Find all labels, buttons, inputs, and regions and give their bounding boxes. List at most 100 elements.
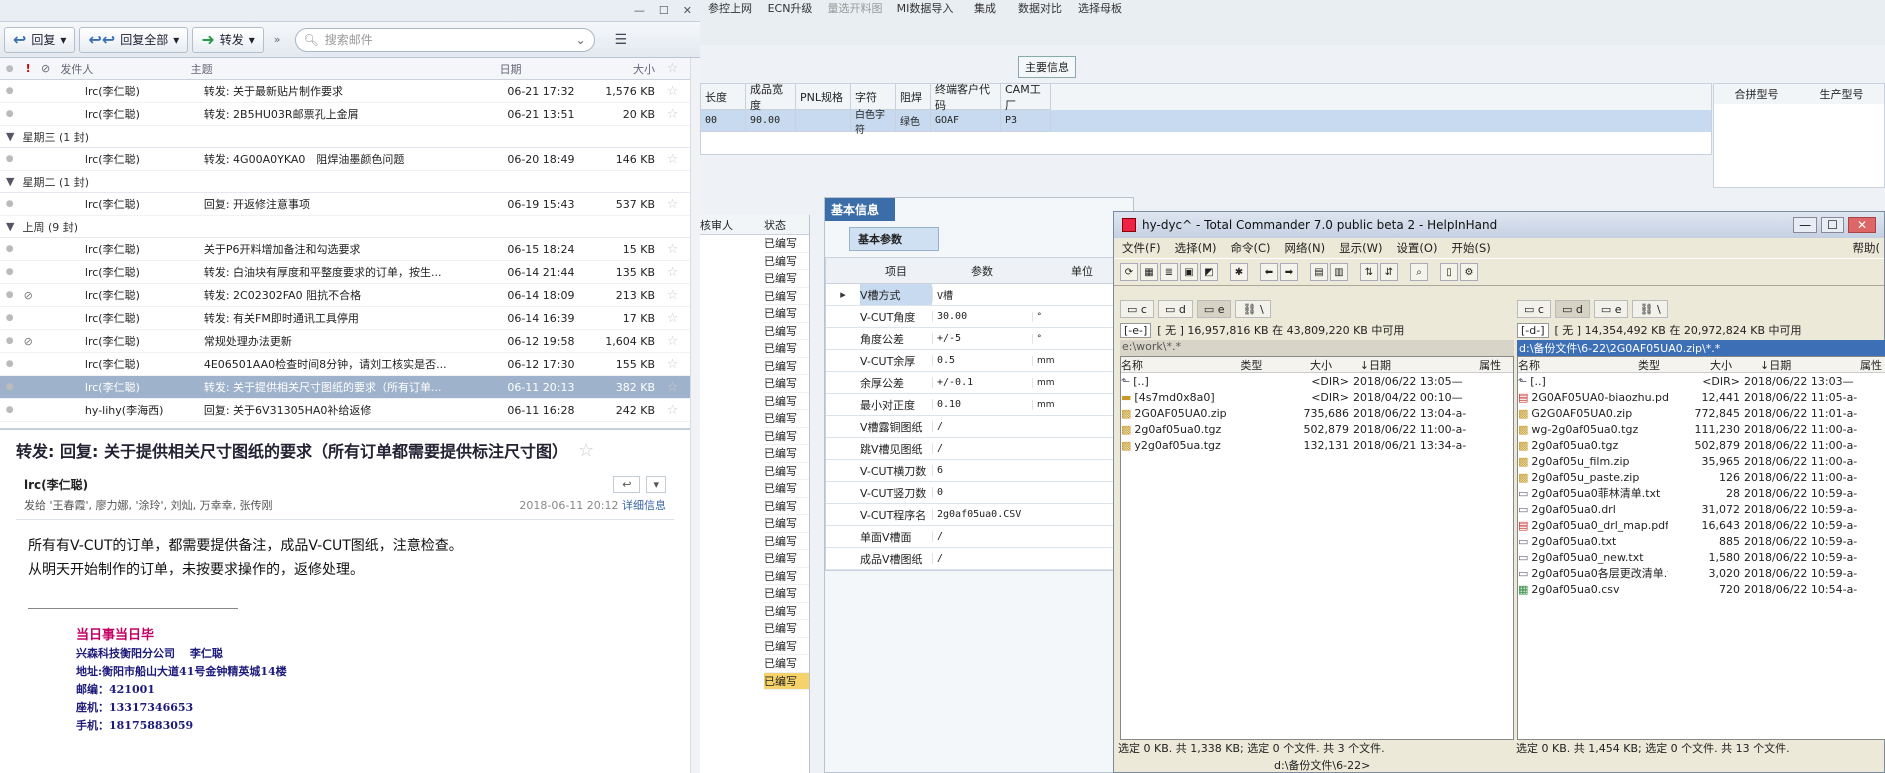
tc-file-row[interactable]: ▭ 2g0af05ua0_new.txt 1,580 2018/06/22 10:59… [1518,549,1885,565]
tc-file-row[interactable]: ▤ 2G0AF05UA0-biaozhu.pdf 12,441 2018/06/22 … [1518,389,1885,405]
unread-dot-icon[interactable]: ● [0,109,19,119]
unread-dot-icon[interactable]: ● [0,244,19,254]
mail-list-item[interactable]: ● lrc(李仁聪) 关于P6开料增加备注和勾选要求 06-15 18:24 15 KB… [0,238,690,261]
brief-view-icon[interactable]: ▦ [1140,263,1158,281]
mail-scrollbar[interactable] [690,58,700,773]
drive-e-button[interactable]: ▭ e [1196,300,1232,318]
status-cell[interactable]: 已编写 [764,253,809,270]
unread-dot-icon[interactable]: ● [0,336,19,346]
main-info-cell[interactable]: 绿色 [896,110,931,132]
type-column-header[interactable]: 类型 [1638,357,1710,373]
status-cell[interactable]: 已编写 [764,550,809,568]
mail-list-item[interactable]: ● lrc(李仁聪) 转发: 关于最新贴片制作要求 06-21 17:32 1,576 … [0,80,690,103]
status-cell[interactable]: 已编写 [764,358,809,375]
maximize-icon[interactable]: ☐ [1821,217,1844,233]
minimize-icon[interactable]: — [1793,217,1818,233]
detail-view-icon[interactable]: ≣ [1160,263,1178,281]
main-info-cell[interactable]: P3 [1001,110,1051,132]
unread-dot-icon[interactable]: ● [0,86,19,96]
date-column-header[interactable]: ↓日期 [1760,357,1860,373]
main-info-cell[interactable]: 90.00 [746,110,796,132]
param-row[interactable]: V-CUT余厚 0.5 mm [826,350,1132,372]
subject-column-header[interactable]: 主题 [191,61,500,77]
mail-group-header[interactable]: ▼ 星期二 (1 封) [0,171,690,193]
tc-menu-item[interactable]: 设置(O) [1396,240,1437,256]
status-cell[interactable]: 已编写 [764,410,809,428]
param-header[interactable]: 项目 [860,263,932,279]
size-column-header[interactable]: 大小 [1310,357,1360,373]
name-column-header[interactable]: 名称 [1518,357,1638,373]
status-cell[interactable]: 已编写 [764,533,809,550]
tc-right-path[interactable]: d:\备份文件\6-22\2G0AF05UA0.zip\*.* [1517,340,1885,356]
network-icon[interactable]: ⛓ \ [1632,300,1668,318]
star-icon[interactable]: ☆ [655,311,690,326]
search-input[interactable]: 🔍︎ 搜索邮件 ⌄ [294,27,595,52]
mail-list-item[interactable]: ● ⊘ lrc(李仁聪) 转发: 2C02302FA0 阻抗不合格 06-14 18:0… [0,284,690,307]
status-cell[interactable]: 已编写 [764,672,809,690]
tc-menu-item[interactable]: 文件(F) [1122,240,1161,256]
star-icon[interactable]: ☆ [655,380,690,395]
tc-file-row[interactable]: ▩ 2g0af05ua0.tgz 502,879 2018/06/22 11:00-a… [1121,421,1513,437]
param-value[interactable]: +/-0.1 [932,377,1032,388]
param-value[interactable]: 30.00 [932,311,1032,322]
size-column-header[interactable]: 大小 [587,61,655,77]
search-icon[interactable]: ⌕ [1410,263,1428,281]
thumbnail-icon[interactable]: ▣ [1180,263,1198,281]
more-icon[interactable]: » [274,33,281,46]
mail-list-item[interactable]: ● lrc(李仁聪) 转发: 2B5HU03R邮票孔上金屑 06-21 13:51 20… [0,103,690,126]
tc-file-row[interactable]: ▩ wg-2g0af05ua0.tgz 111,230 2018/06/22 11:0… [1518,421,1885,437]
sender-name[interactable]: lrc(李仁聪) [24,476,88,493]
unpack-icon[interactable]: ▥ [1330,263,1348,281]
status-cell[interactable]: 已编写 [764,305,809,323]
forward-icon[interactable]: ➡ [1280,263,1298,281]
mail-group-header[interactable]: ▼ 星期三 (1 封) [0,126,690,148]
drive-c-button[interactable]: ▭ c [1120,300,1154,318]
right-grid-header[interactable]: 合拼型号 [1714,86,1799,102]
tc-file-row[interactable]: ▩ 2G0AF05UA0.zip 735,686 2018/06/22 13:04-a… [1121,405,1513,421]
tc-file-row[interactable]: ▩ 2g0af05u_film.zip 35,965 2018/06/22 11:00… [1518,453,1885,469]
main-info-cell[interactable]: 00 [701,110,746,132]
erp-menu-item[interactable]: 数据对比 [1010,0,1070,16]
url-icon[interactable]: ⇵ [1380,263,1398,281]
collapse-icon[interactable]: ▼ [6,175,14,188]
status-cell[interactable]: 已编写 [764,445,809,463]
minimize-icon[interactable]: — [634,4,645,17]
tc-left-path[interactable]: e:\work\*.* [1120,340,1514,356]
drive-d-button[interactable]: ▭ d [1554,300,1590,318]
mail-group-header[interactable]: ▼ 上周 (9 封) [0,216,690,238]
param-value[interactable]: 0.10 [932,399,1032,410]
tc-file-row[interactable]: ▤ 2g0af05ua0_drl_map.pdf 16,643 2018/06/22 … [1518,517,1885,533]
status-header-reviewer[interactable]: 核审人 [700,217,764,233]
status-cell[interactable]: 已编写 [764,603,809,620]
main-info-label[interactable]: 主要信息 [1018,56,1076,78]
status-cell[interactable]: 已编写 [764,655,809,673]
status-cell[interactable]: 已编写 [764,515,809,533]
back-icon[interactable]: ⬅ [1260,263,1278,281]
param-row[interactable]: 角度公差 +/-5 ° [826,328,1132,350]
param-value[interactable]: 0.5 [932,355,1032,366]
network-icon[interactable]: ⛓ \ [1235,300,1271,318]
param-row[interactable]: V-CUT横刀数 6 [826,460,1132,482]
star-icon[interactable]: ☆ [655,265,690,280]
erp-menu-item[interactable]: 集成 [960,0,1010,16]
drive-select[interactable]: [-d-] [1517,322,1549,338]
main-info-data-row[interactable]: 00 90.00 白色字符 绿色 GOAF P3 [701,110,1711,136]
reply-button[interactable]: ↩ 回复 ▾ [4,26,76,53]
select-icon[interactable]: ✱ [1230,263,1248,281]
main-info-cell[interactable]: 白色字符 [851,110,896,136]
name-column-header[interactable]: 名称 [1121,357,1240,373]
ftp-icon[interactable]: ⇅ [1360,263,1378,281]
drive-select[interactable]: [-e-] [1120,322,1152,338]
tc-menu-item[interactable]: 命令(C) [1231,240,1271,256]
param-value[interactable]: / [932,421,1032,432]
erp-menu-item[interactable]: ECN升级 [760,0,820,16]
star-icon[interactable]: ☆ [655,152,690,167]
details-link[interactable]: 详细信息 [622,499,666,512]
star-icon[interactable]: ☆ [655,197,690,212]
status-cell[interactable]: 已编写 [764,498,809,515]
tc-file-row[interactable]: ▭ 2g0af05ua0.txt 885 2018/06/22 10:59-a- [1518,533,1885,549]
erp-menu-item[interactable]: 选择母板 [1070,0,1130,16]
star-icon[interactable]: ☆ [655,334,690,349]
mail-list-item[interactable]: ● ⊘ lrc(李仁聪) 常规处理办法更新 06-12 19:58 1,604 KB ☆ [0,330,690,353]
star-icon[interactable]: ☆ [655,403,690,418]
